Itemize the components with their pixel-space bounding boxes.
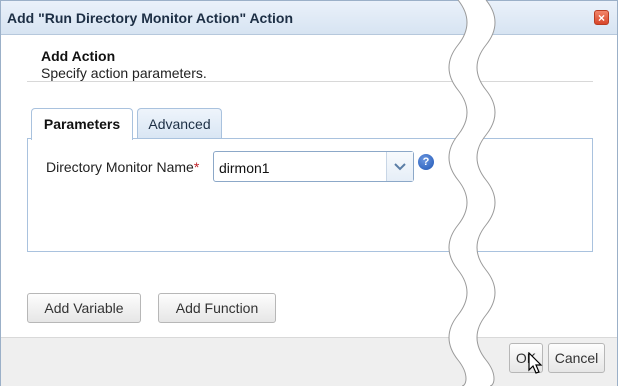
title-bar: Add "Run Directory Monitor Action" Actio… <box>1 1 617 35</box>
directory-monitor-value: dirmon1 <box>219 160 270 176</box>
header-subtitle: Specify action parameters. <box>41 65 207 81</box>
close-icon[interactable]: × <box>594 10 609 25</box>
tab-advanced[interactable]: Advanced <box>137 108 222 138</box>
dialog-window: Add "Run Directory Monitor Action" Actio… <box>0 0 618 386</box>
cancel-button[interactable]: Cancel <box>548 343 605 373</box>
help-icon[interactable]: ? <box>418 154 434 170</box>
add-function-button[interactable]: Add Function <box>158 293 276 323</box>
dialog-title: Add "Run Directory Monitor Action" Actio… <box>7 10 294 26</box>
header-divider <box>27 81 593 82</box>
mouse-pointer-icon <box>528 352 543 374</box>
add-variable-button[interactable]: Add Variable <box>27 293 141 323</box>
directory-monitor-label-text: Directory Monitor Name <box>46 159 194 175</box>
action-header: Add Action Specify action parameters. <box>41 48 207 81</box>
header-title: Add Action <box>41 48 116 64</box>
directory-monitor-select[interactable]: dirmon1 <box>213 151 414 182</box>
directory-monitor-label: Directory Monitor Name* <box>46 159 199 175</box>
required-mark: * <box>193 159 200 175</box>
chevron-down-icon[interactable] <box>386 152 413 181</box>
tab-parameters[interactable]: Parameters <box>31 108 133 140</box>
